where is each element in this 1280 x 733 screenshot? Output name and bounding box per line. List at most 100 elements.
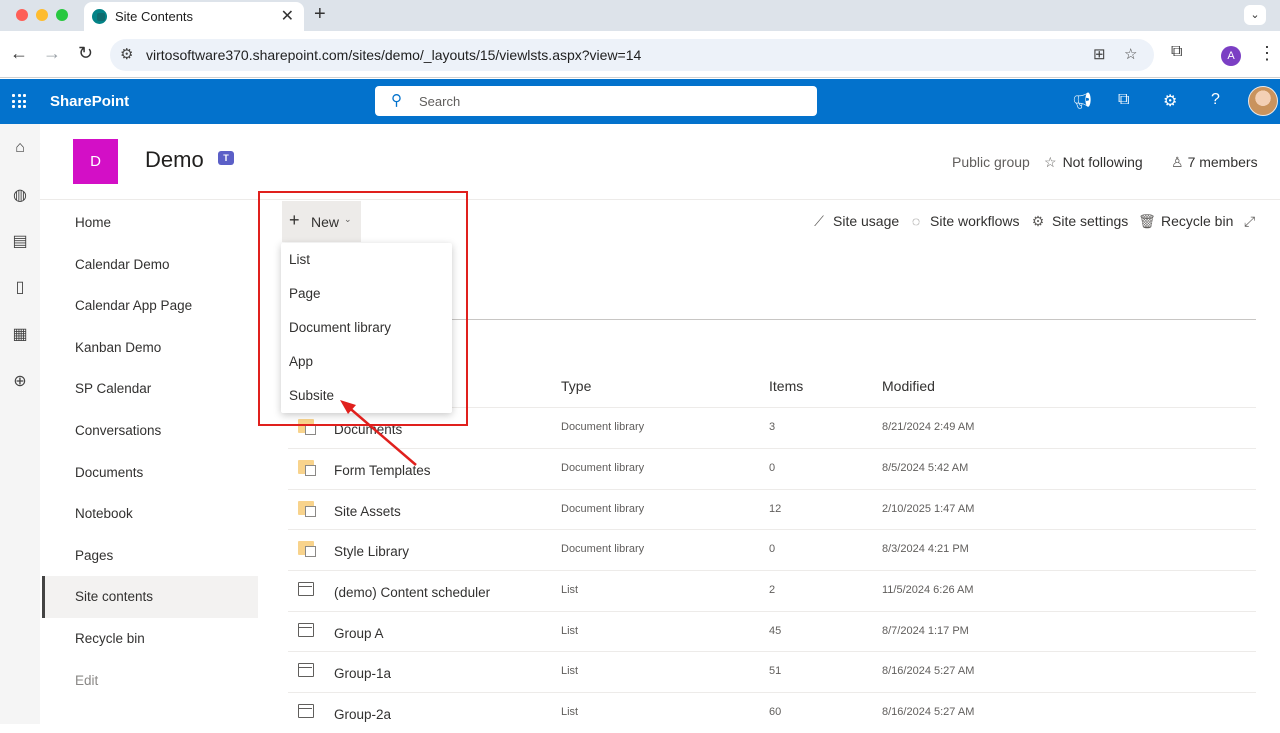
row-name[interactable]: Group-1a <box>334 666 391 681</box>
megaphone-icon[interactable]: 📢︎ <box>1072 91 1092 111</box>
column-header-items[interactable]: Items <box>769 378 803 394</box>
table-row[interactable]: Group-2a List 60 8/16/2024 5:27 AM <box>288 692 1256 733</box>
app-launcher-icon[interactable] <box>12 94 26 108</box>
forward-arrow-icon[interactable]: → <box>43 43 61 64</box>
row-modified: 8/7/2024 1:17 PM <box>882 625 969 637</box>
extensions-icon[interactable]: ⧉ <box>1171 43 1182 61</box>
row-items: 51 <box>769 665 782 677</box>
tab-close-icon[interactable]: ✕ <box>281 6 294 26</box>
search-input[interactable]: ⚲ Search <box>375 86 817 116</box>
person-icon: ♙ <box>1171 154 1184 170</box>
column-header-type[interactable]: Type <box>561 378 591 394</box>
connections-icon[interactable]: ⧉ <box>1118 91 1129 109</box>
row-type: Document library <box>561 543 645 555</box>
settings-gear-icon[interactable]: ⚙ <box>1163 91 1177 111</box>
news-icon[interactable]: ▤ <box>10 231 30 251</box>
tab-title: Site Contents <box>115 9 194 24</box>
document-icon[interactable]: ▯ <box>10 277 30 297</box>
url-text[interactable]: virtosoftware370.sharepoint.com/sites/de… <box>146 47 641 63</box>
window-minimize-dot[interactable] <box>36 9 48 21</box>
document-library-icon <box>298 460 316 476</box>
nav-item-calendar-demo[interactable]: Calendar Demo <box>42 244 258 286</box>
nav-item-kanban-demo[interactable]: Kanban Demo <box>42 327 258 369</box>
row-items: 0 <box>769 462 776 474</box>
browser-menu-icon[interactable]: ⋮ <box>1258 43 1276 64</box>
bookmark-star-icon[interactable]: ☆ <box>1124 45 1137 63</box>
tab-search-button[interactable]: ⌄ <box>1244 5 1266 25</box>
site-settings-button[interactable]: ⚙ Site settings <box>1029 213 1129 230</box>
follow-button[interactable]: ☆ Not following <box>1044 154 1143 171</box>
header-divider <box>40 199 1280 200</box>
row-type: Document library <box>561 503 645 515</box>
back-arrow-icon[interactable]: ← <box>10 43 28 64</box>
table-row[interactable]: Site Assets Document library 12 2/10/202… <box>288 489 1256 530</box>
app-rail: ⌂ ◍ ▤ ▯ ▦ ⊕ <box>0 124 40 724</box>
teams-icon[interactable]: T <box>218 151 234 165</box>
site-workflows-button[interactable]: ◌ Site workflows <box>907 213 1020 229</box>
profile-avatar[interactable]: A <box>1221 46 1241 66</box>
site-info-icon[interactable]: ⚙ <box>120 45 133 63</box>
document-library-icon <box>298 501 316 517</box>
globe-icon[interactable]: ◍ <box>10 185 30 205</box>
nav-item-calendar-app-page[interactable]: Calendar App Page <box>42 285 258 327</box>
site-usage-button[interactable]: ⟋ Site usage <box>810 213 899 230</box>
nav-item-home[interactable]: Home <box>42 202 258 244</box>
row-items: 12 <box>769 503 782 515</box>
expand-icon[interactable]: ⤢ <box>1244 213 1255 230</box>
nav-item-documents[interactable]: Documents <box>42 452 258 494</box>
gear-icon: ⚙ <box>1031 213 1045 229</box>
browser-toolbar: ← → ↻ ⚙ virtosoftware370.sharepoint.com/… <box>0 31 1280 78</box>
window-maximize-dot[interactable] <box>56 9 68 21</box>
create-icon[interactable]: ⊕ <box>10 371 30 391</box>
row-modified: 2/10/2025 1:47 AM <box>882 503 975 515</box>
sharepoint-brand[interactable]: SharePoint <box>50 93 129 110</box>
row-name[interactable]: Group-2a <box>334 707 391 722</box>
home-icon[interactable]: ⌂ <box>10 139 30 159</box>
nav-item-pages[interactable]: Pages <box>42 535 258 577</box>
site-title[interactable]: Demo <box>145 147 204 173</box>
nav-item-notebook[interactable]: Notebook <box>42 493 258 535</box>
user-avatar[interactable] <box>1248 86 1278 116</box>
nav-item-sp-calendar[interactable]: SP Calendar <box>42 368 258 410</box>
new-tab-button[interactable]: + <box>314 3 326 26</box>
table-row[interactable]: Group A List 45 8/7/2024 1:17 PM <box>288 611 1256 652</box>
browser-tab[interactable]: Site Contents ✕ <box>84 2 304 31</box>
reload-icon[interactable]: ↻ <box>78 43 93 64</box>
row-items: 2 <box>769 584 776 596</box>
row-name[interactable]: Site Assets <box>334 504 401 519</box>
document-library-icon <box>298 541 316 557</box>
nav-item-site-contents[interactable]: Site contents <box>42 576 258 618</box>
public-group-label: Public group <box>952 154 1030 170</box>
row-type: List <box>561 706 579 718</box>
translate-icon[interactable]: ⊞ <box>1093 45 1106 63</box>
nav-item-conversations[interactable]: Conversations <box>42 410 258 452</box>
nav-item-recycle-bin[interactable]: Recycle bin <box>42 618 258 660</box>
sharepoint-favicon-icon <box>92 9 107 24</box>
table-row[interactable]: Form Templates Document library 0 8/5/20… <box>288 448 1256 489</box>
annotation-highlight-box <box>258 191 468 426</box>
lists-icon[interactable]: ▦ <box>10 324 30 344</box>
nav-edit-link[interactable]: Edit <box>42 660 258 702</box>
table-row[interactable]: (demo) Content scheduler List 2 11/5/202… <box>288 570 1256 611</box>
address-bar[interactable]: ⚙ virtosoftware370.sharepoint.com/sites/… <box>110 39 1154 71</box>
recycle-bin-button[interactable]: 🗑︎ Recycle bin <box>1138 213 1233 230</box>
recycle-bin-label: Recycle bin <box>1161 213 1234 229</box>
search-icon: ⚲ <box>391 92 402 109</box>
suite-bar: SharePoint ⚲ Search 📢︎ ⧉ ⚙ ? <box>0 79 1280 124</box>
left-navigation: Home Calendar Demo Calendar App Page Kan… <box>42 201 258 724</box>
table-row[interactable]: Style Library Document library 0 8/3/202… <box>288 529 1256 570</box>
site-logo[interactable]: D <box>73 139 118 184</box>
members-button[interactable]: ♙ 7 members <box>1171 154 1258 171</box>
row-name[interactable]: (demo) Content scheduler <box>334 585 490 600</box>
list-icon <box>298 704 314 718</box>
column-header-modified[interactable]: Modified <box>882 378 935 394</box>
row-modified: 8/16/2024 5:27 AM <box>882 706 975 718</box>
row-name[interactable]: Style Library <box>334 544 409 559</box>
help-icon[interactable]: ? <box>1211 91 1220 109</box>
row-name[interactable]: Group A <box>334 626 384 641</box>
table-row[interactable]: Group-1a List 51 8/16/2024 5:27 AM <box>288 651 1256 692</box>
window-close-dot[interactable] <box>16 9 28 21</box>
row-type: Document library <box>561 421 645 433</box>
chart-icon: ⟋ <box>814 213 824 229</box>
row-items: 3 <box>769 421 776 433</box>
